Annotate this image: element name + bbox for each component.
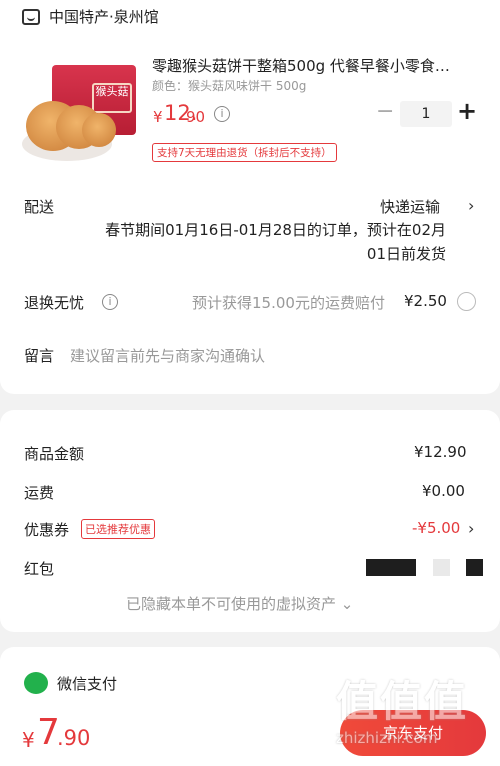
delivery-method[interactable]: 快递运输: [380, 196, 440, 217]
delivery-note-line1: 春节期间01月16日-01月28日的订单，预计在02月: [105, 221, 446, 239]
payment-method-wechat[interactable]: 微信支付: [24, 672, 117, 694]
shop-header[interactable]: 中国特产·泉州馆: [22, 6, 159, 27]
price-decimal: 90: [186, 108, 206, 126]
shop-name: 中国特产·泉州馆: [49, 8, 159, 26]
delivery-chevron-icon[interactable]: ›: [468, 196, 474, 215]
return-insurance-label: 退换无忧: [24, 294, 85, 312]
total-decimal: .90: [57, 726, 91, 750]
coupon-label: 优惠券: [24, 521, 70, 539]
price-symbol: ¥: [153, 108, 163, 126]
quantity-input[interactable]: 1: [400, 101, 452, 127]
delivery-note-line2: 01日前发货: [366, 245, 446, 263]
delivery-note: 春节期间01月16日-01月28日的订单，预计在02月 01日前发货: [86, 218, 446, 266]
coupon-chevron-icon[interactable]: ›: [468, 519, 474, 538]
goods-amount-value: ¥12.90: [414, 443, 467, 461]
return-insurance-info-icon[interactable]: i: [102, 294, 118, 310]
product-image[interactable]: 猴头菇: [22, 65, 140, 163]
return-insurance-desc: 预计获得15.00元的运费赔付: [192, 294, 385, 312]
message-label: 留言: [24, 347, 55, 365]
payment-method-label: 微信支付: [57, 674, 118, 693]
watermark-glyphs: 值值值: [336, 677, 469, 726]
watermark-url: zhizhizhi.com: [336, 729, 438, 747]
goods-amount-label: 商品金额: [24, 445, 85, 463]
redacted-value: [433, 559, 450, 576]
biscuit-graphic: [82, 113, 116, 147]
return-policy-badge: 支持7天无理由退货（拆封后不支持）: [152, 143, 337, 162]
return-insurance-radio[interactable]: [457, 292, 476, 311]
coupon-tag: 已选推荐优惠: [81, 519, 155, 539]
product-title[interactable]: 零趣猴头菇饼干整箱500g 代餐早餐小零食…: [152, 55, 482, 76]
watermark: 值值值 zhizhizhi.com: [336, 668, 496, 766]
redacted-value: [366, 559, 416, 576]
wechat-icon: [24, 672, 48, 694]
hidden-assets-toggle[interactable]: 已隐藏本单不可使用的虚拟资产 ⌄: [126, 593, 353, 614]
product-spec: 颜色：猴头菇风味饼干 500g: [152, 79, 307, 93]
price-info-icon[interactable]: i: [214, 106, 230, 122]
quantity-increase-button[interactable]: +: [457, 97, 477, 125]
total-symbol: ¥: [22, 728, 35, 752]
shipping-value: ¥0.00: [422, 482, 465, 500]
shop-icon: [22, 8, 40, 25]
redacted-value: [466, 559, 483, 576]
delivery-label: 配送: [24, 198, 55, 216]
message-input[interactable]: 建议留言前先与商家沟通确认: [70, 345, 265, 366]
redpacket-label: 红包: [24, 560, 55, 578]
quantity-decrease-button[interactable]: −: [376, 99, 394, 124]
coupon-value[interactable]: -¥5.00: [412, 519, 460, 537]
return-insurance-price: ¥2.50: [404, 292, 447, 310]
product-box-label: 猴头菇: [92, 83, 132, 113]
shipping-label: 运费: [24, 484, 55, 502]
